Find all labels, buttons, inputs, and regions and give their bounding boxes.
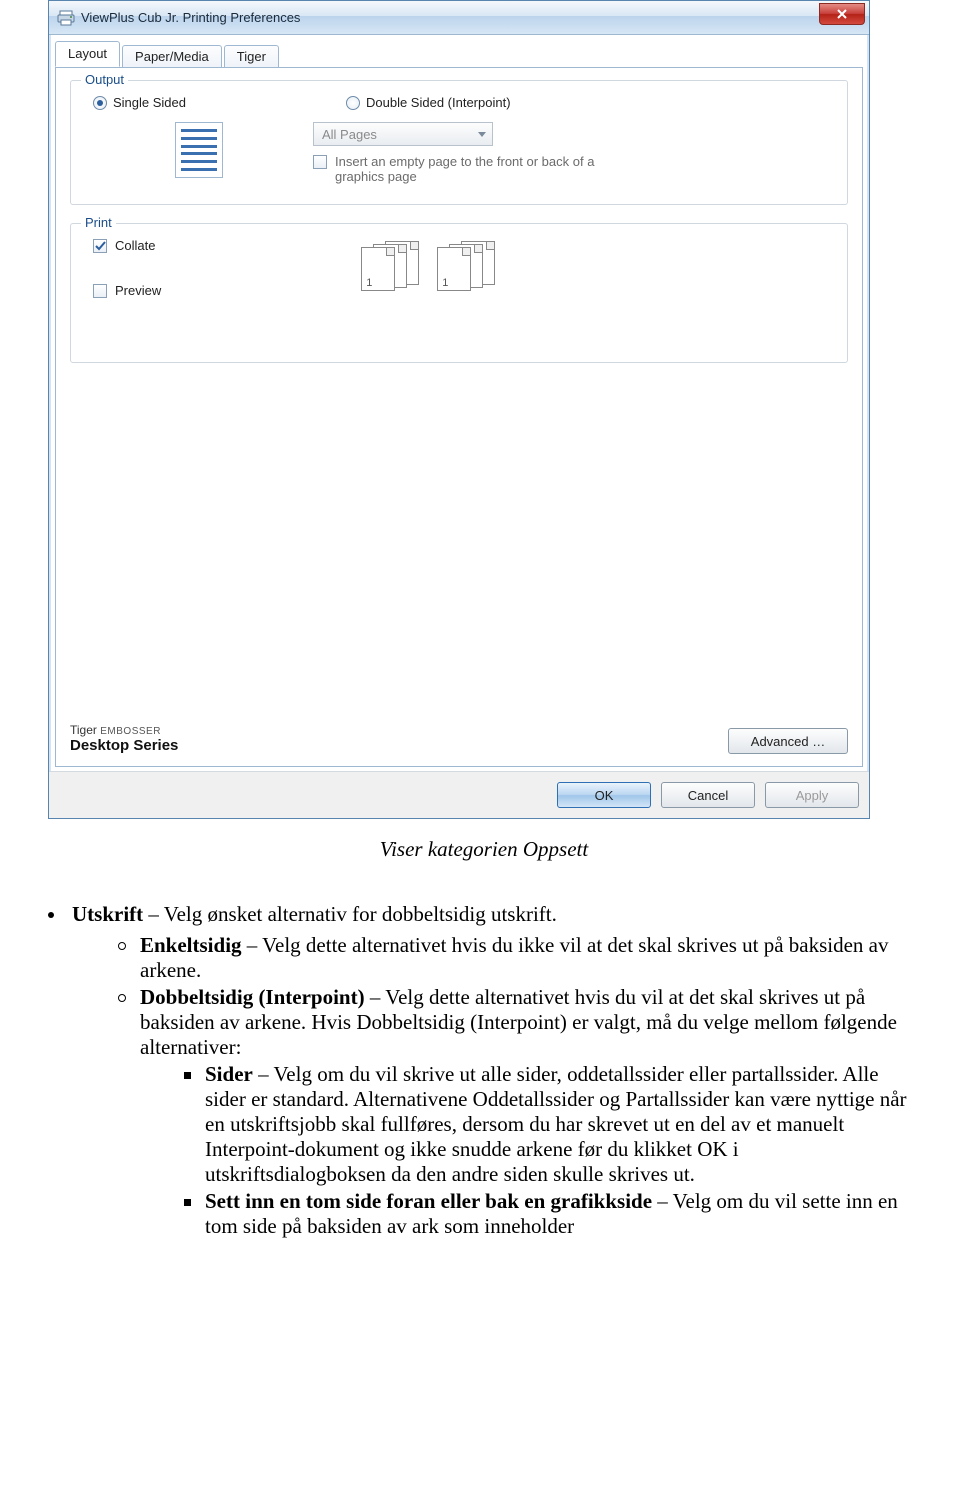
text-bold: Dobbeltsidig (Interpoint)	[140, 985, 365, 1009]
page-preview-icon	[175, 122, 223, 178]
text: – Velg om du vil skrive ut alle sider, o…	[205, 1062, 907, 1186]
ok-label: OK	[595, 788, 614, 803]
checkbox-preview-label: Preview	[115, 283, 161, 298]
radio-double-sided[interactable]: Double Sided (Interpoint)	[346, 95, 511, 110]
bullet-icon	[118, 994, 126, 1002]
tab-paper-media[interactable]: Paper/Media	[122, 45, 222, 68]
printing-preferences-dialog: ViewPlus Cub Jr. Printing Preferences La…	[48, 0, 870, 819]
radio-single-sided[interactable]: Single Sided	[93, 95, 186, 110]
ok-button[interactable]: OK	[557, 782, 651, 808]
checkbox-insert-empty-page[interactable]: Insert an empty page to the front or bac…	[313, 154, 613, 184]
list-item: Sider – Velg om du vil skrive ut alle si…	[184, 1062, 920, 1187]
text-bold: Sett inn en tom side foran eller bak en …	[205, 1189, 652, 1213]
text: – Velg dette alternativet hvis du ikke v…	[140, 933, 889, 982]
bullet-icon	[184, 1199, 191, 1206]
dialog-title: ViewPlus Cub Jr. Printing Preferences	[81, 10, 300, 25]
apply-label: Apply	[796, 788, 829, 803]
branding-embosser: EMBOSSER	[100, 726, 161, 737]
checkbox-insert-label: Insert an empty page to the front or bac…	[335, 154, 613, 184]
collate-illustration: 3 2 1 3 2 1	[361, 241, 495, 295]
printer-icon	[57, 9, 75, 27]
text-bold: Sider	[205, 1062, 253, 1086]
cancel-label: Cancel	[688, 788, 728, 803]
pages-dropdown-value: All Pages	[322, 127, 377, 142]
branding-series: Desktop Series	[70, 737, 178, 754]
tabpanel-layout: Output Single Sided Double Sided (Interp…	[55, 67, 863, 767]
checkbox-icon	[93, 284, 107, 298]
radio-dot-icon	[346, 96, 360, 110]
document-body: Viser kategorien Oppsett Utskrift – Velg…	[48, 837, 920, 1239]
radio-dot-icon	[93, 96, 107, 110]
checkbox-collate-label: Collate	[115, 238, 155, 253]
text-bold: Utskrift	[72, 902, 143, 926]
chevron-down-icon	[478, 132, 486, 137]
tab-tiger[interactable]: Tiger	[224, 45, 279, 68]
advanced-button[interactable]: Advanced …	[728, 728, 848, 754]
bullet-icon	[48, 912, 54, 918]
text-bold: Enkeltsidig	[140, 933, 242, 957]
advanced-button-label: Advanced …	[751, 734, 825, 749]
group-print-legend: Print	[81, 215, 116, 230]
pages-dropdown[interactable]: All Pages	[313, 122, 493, 146]
branding-tiger: Tiger	[70, 723, 97, 737]
apply-button[interactable]: Apply	[765, 782, 859, 808]
titlebar: ViewPlus Cub Jr. Printing Preferences	[49, 1, 869, 35]
checkbox-collate[interactable]: Collate	[93, 238, 161, 253]
list-item: Dobbeltsidig (Interpoint) – Velg dette a…	[118, 985, 920, 1060]
list-item: Utskrift – Velg ønsket alternativ for do…	[48, 902, 920, 927]
dialog-button-row: OK Cancel Apply	[49, 771, 869, 818]
branding: Tiger EMBOSSER Desktop Series	[70, 723, 178, 754]
bullet-icon	[118, 942, 126, 950]
radio-single-label: Single Sided	[113, 95, 186, 110]
group-output-legend: Output	[81, 72, 128, 87]
cancel-button[interactable]: Cancel	[661, 782, 755, 808]
checkbox-icon	[93, 239, 107, 253]
text: – Velg ønsket alternativ for dobbeltsidi…	[143, 902, 557, 926]
figure-caption: Viser kategorien Oppsett	[48, 837, 920, 862]
list-item: Sett inn en tom side foran eller bak en …	[184, 1189, 920, 1239]
checkbox-preview[interactable]: Preview	[93, 283, 161, 298]
bullet-icon	[184, 1072, 191, 1079]
checkbox-icon	[313, 155, 327, 169]
tab-layout[interactable]: Layout	[55, 41, 120, 67]
group-print: Print Collate Preview	[70, 223, 848, 363]
radio-double-label: Double Sided (Interpoint)	[366, 95, 511, 110]
tabstrip: Layout Paper/Media Tiger	[55, 41, 863, 67]
group-output: Output Single Sided Double Sided (Interp…	[70, 80, 848, 205]
list-item: Enkeltsidig – Velg dette alternativet hv…	[118, 933, 920, 983]
close-button[interactable]	[819, 3, 865, 25]
